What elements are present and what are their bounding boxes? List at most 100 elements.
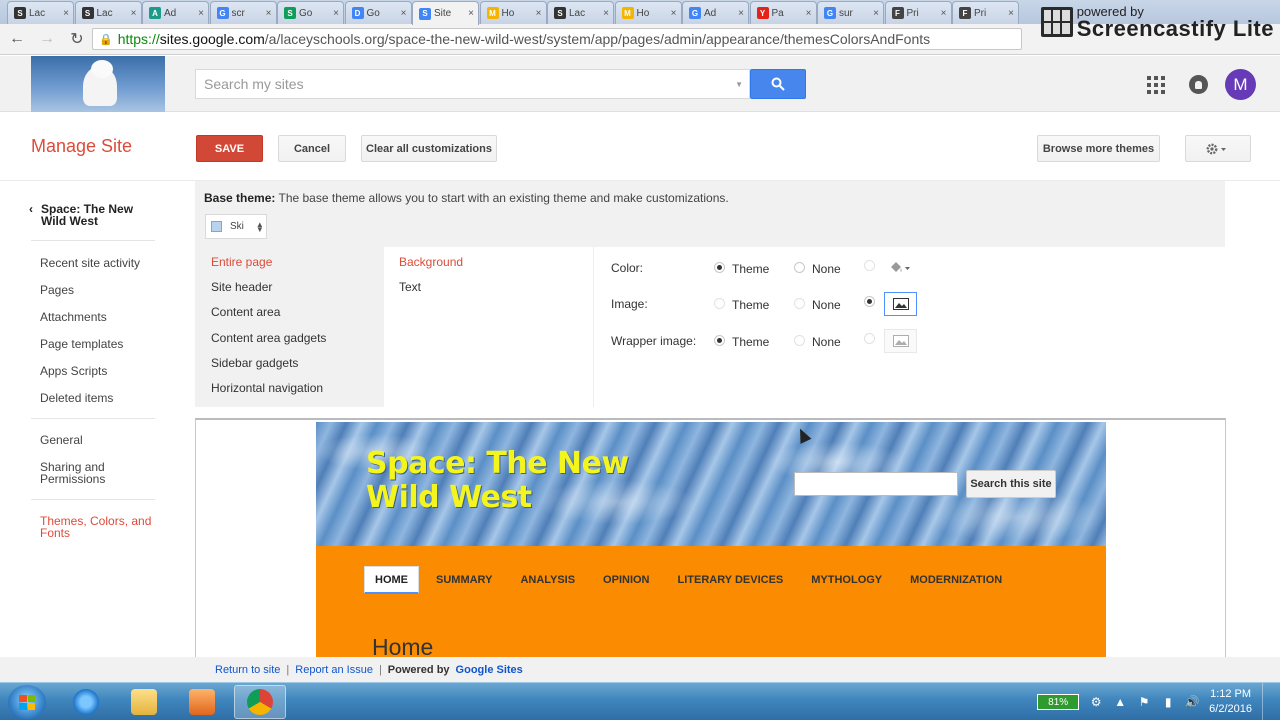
prop-background[interactable]: Background bbox=[399, 255, 463, 269]
preview-search-button[interactable]: Search this site bbox=[966, 470, 1056, 498]
action-center-icon[interactable]: ⚑ bbox=[1137, 695, 1151, 709]
dropdown-caret-icon[interactable]: ▼ bbox=[735, 80, 743, 89]
preview-nav-literary-devices[interactable]: LITERARY DEVICES bbox=[667, 566, 795, 594]
browser-tab[interactable]: A Ad × bbox=[142, 1, 209, 24]
apps-grid-icon[interactable] bbox=[1147, 76, 1165, 94]
show-desktop-button[interactable] bbox=[1262, 683, 1272, 721]
browser-tab[interactable]: Y Pa × bbox=[749, 1, 817, 24]
tab-close-icon[interactable]: × bbox=[468, 8, 474, 19]
section-sidebar-gadgets[interactable]: Sidebar gadgets bbox=[211, 356, 298, 370]
section-content-area[interactable]: Content area bbox=[211, 305, 280, 319]
browser-tab[interactable]: S Lac × bbox=[547, 1, 614, 24]
tab-close-icon[interactable]: × bbox=[671, 8, 677, 19]
preview-nav-opinion[interactable]: OPINION bbox=[592, 566, 660, 594]
section-site-header[interactable]: Site header bbox=[211, 280, 272, 294]
nav-apps-scripts[interactable]: Apps Scripts bbox=[40, 365, 160, 377]
color-theme-radio[interactable] bbox=[714, 262, 725, 273]
nav-general[interactable]: General bbox=[40, 434, 160, 446]
show-hidden-icons-icon[interactable]: ▲ bbox=[1113, 695, 1127, 709]
nav-attachments[interactable]: Attachments bbox=[40, 311, 160, 323]
start-button[interactable] bbox=[8, 685, 46, 719]
preview-nav-mythology[interactable]: MYTHOLOGY bbox=[800, 566, 893, 594]
preview-nav-analysis[interactable]: ANALYSIS bbox=[509, 566, 586, 594]
section-horizontal-navigation[interactable]: Horizontal navigation bbox=[211, 381, 323, 395]
browser-tab[interactable]: Gsur × bbox=[817, 1, 884, 24]
taskbar-chrome[interactable] bbox=[234, 685, 286, 719]
color-picker-button[interactable] bbox=[884, 256, 917, 279]
signal-bars-icon[interactable]: ▮ bbox=[1161, 695, 1175, 709]
browser-tab[interactable]: S Site × bbox=[412, 1, 479, 25]
preview-nav-summary[interactable]: SUMMARY bbox=[425, 566, 503, 594]
nav-page-templates[interactable]: Page templates bbox=[40, 338, 160, 350]
tab-close-icon[interactable]: × bbox=[1008, 8, 1014, 19]
school-logo[interactable] bbox=[31, 56, 165, 112]
wrapper-theme-radio[interactable] bbox=[714, 335, 725, 346]
browse-themes-button[interactable]: Browse more themes bbox=[1037, 135, 1160, 162]
notifications-bell-icon[interactable] bbox=[1189, 75, 1208, 94]
tab-close-icon[interactable]: × bbox=[266, 8, 272, 19]
wrapper-image-picker-button[interactable] bbox=[884, 329, 917, 353]
browser-tab[interactable]: S Go × bbox=[277, 1, 344, 24]
browser-tab[interactable]: F Pri × bbox=[952, 1, 1019, 24]
browser-tab[interactable]: S Lac × bbox=[7, 1, 74, 24]
section-entire-page[interactable]: Entire page bbox=[211, 255, 272, 269]
back-arrow-icon[interactable]: ← bbox=[4, 26, 30, 52]
nav-themes-colors-fonts[interactable]: Themes, Colors, and Fonts bbox=[40, 515, 158, 539]
search-button[interactable] bbox=[750, 69, 806, 99]
browser-tab[interactable]: D Go × bbox=[344, 1, 412, 24]
avatar[interactable]: M bbox=[1225, 69, 1256, 100]
return-to-site-link[interactable]: Return to site bbox=[215, 664, 280, 676]
image-picker-button[interactable] bbox=[884, 292, 917, 316]
search-my-sites-box[interactable]: ▼ bbox=[195, 69, 750, 99]
volume-icon[interactable]: 🔊 bbox=[1185, 695, 1200, 709]
battery-indicator[interactable]: 81% bbox=[1037, 694, 1080, 710]
tab-close-icon[interactable]: × bbox=[806, 8, 812, 19]
save-button[interactable]: SAVE bbox=[196, 135, 263, 162]
taskbar-file-explorer[interactable] bbox=[118, 685, 170, 719]
nav-sharing-permissions[interactable]: Sharing and Permissions bbox=[40, 461, 130, 485]
taskbar-media-player[interactable] bbox=[176, 685, 228, 719]
browser-tab[interactable]: M Ho × bbox=[614, 1, 682, 24]
google-sites-link[interactable]: Google Sites bbox=[456, 664, 523, 676]
network-settings-icon[interactable]: ⚙ bbox=[1089, 695, 1103, 709]
tab-close-icon[interactable]: × bbox=[603, 8, 609, 19]
preview-nav-modernization[interactable]: MODERNIZATION bbox=[899, 566, 1013, 594]
forward-arrow-icon[interactable]: → bbox=[34, 26, 60, 52]
section-content-area-gadgets[interactable]: Content area gadgets bbox=[211, 331, 326, 345]
tab-close-icon[interactable]: × bbox=[873, 8, 879, 19]
tab-close-icon[interactable]: × bbox=[401, 8, 407, 19]
image-custom-radio[interactable] bbox=[864, 296, 875, 307]
wrapper-custom-radio[interactable] bbox=[864, 333, 875, 344]
image-theme-radio[interactable] bbox=[714, 298, 725, 309]
tab-close-icon[interactable]: × bbox=[536, 8, 542, 19]
address-bar[interactable]: 🔒 https://sites.google.com/a/laceyschool… bbox=[92, 28, 1022, 50]
search-input[interactable] bbox=[204, 76, 724, 92]
browser-tab[interactable]: F Pri × bbox=[884, 1, 952, 24]
preview-nav-home[interactable]: HOME bbox=[364, 566, 419, 594]
clear-customizations-button[interactable]: Clear all customizations bbox=[361, 135, 497, 162]
prop-text[interactable]: Text bbox=[399, 280, 421, 294]
tab-close-icon[interactable]: × bbox=[738, 8, 744, 19]
color-custom-radio[interactable] bbox=[864, 260, 875, 271]
base-theme-select[interactable]: Ski ▲ ▼ bbox=[205, 214, 267, 239]
preview-site-title[interactable]: Space: The New Wild West bbox=[366, 447, 666, 515]
browser-tab[interactable]: Gscr × bbox=[209, 1, 277, 24]
nav-pages[interactable]: Pages bbox=[40, 284, 160, 296]
nav-recent-activity[interactable]: Recent site activity bbox=[40, 257, 160, 269]
report-issue-link[interactable]: Report an Issue bbox=[295, 664, 373, 676]
cancel-button[interactable]: Cancel bbox=[278, 135, 346, 162]
system-clock[interactable]: 1:12 PM 6/2/2016 bbox=[1209, 687, 1252, 717]
tab-close-icon[interactable]: × bbox=[63, 8, 69, 19]
tab-close-icon[interactable]: × bbox=[198, 8, 204, 19]
nav-deleted-items[interactable]: Deleted items bbox=[40, 392, 160, 404]
tab-close-icon[interactable]: × bbox=[333, 8, 339, 19]
browser-tab[interactable]: S Lac × bbox=[74, 1, 142, 24]
color-none-radio[interactable] bbox=[794, 262, 805, 273]
preview-search-input[interactable] bbox=[794, 472, 958, 496]
browser-tab[interactable]: M Ho × bbox=[479, 1, 547, 24]
tab-close-icon[interactable]: × bbox=[131, 8, 137, 19]
browser-tab[interactable]: G Ad × bbox=[682, 1, 749, 24]
reload-icon[interactable]: ↻ bbox=[64, 26, 90, 52]
settings-menu-button[interactable] bbox=[1185, 135, 1251, 162]
tab-close-icon[interactable]: × bbox=[941, 8, 947, 19]
